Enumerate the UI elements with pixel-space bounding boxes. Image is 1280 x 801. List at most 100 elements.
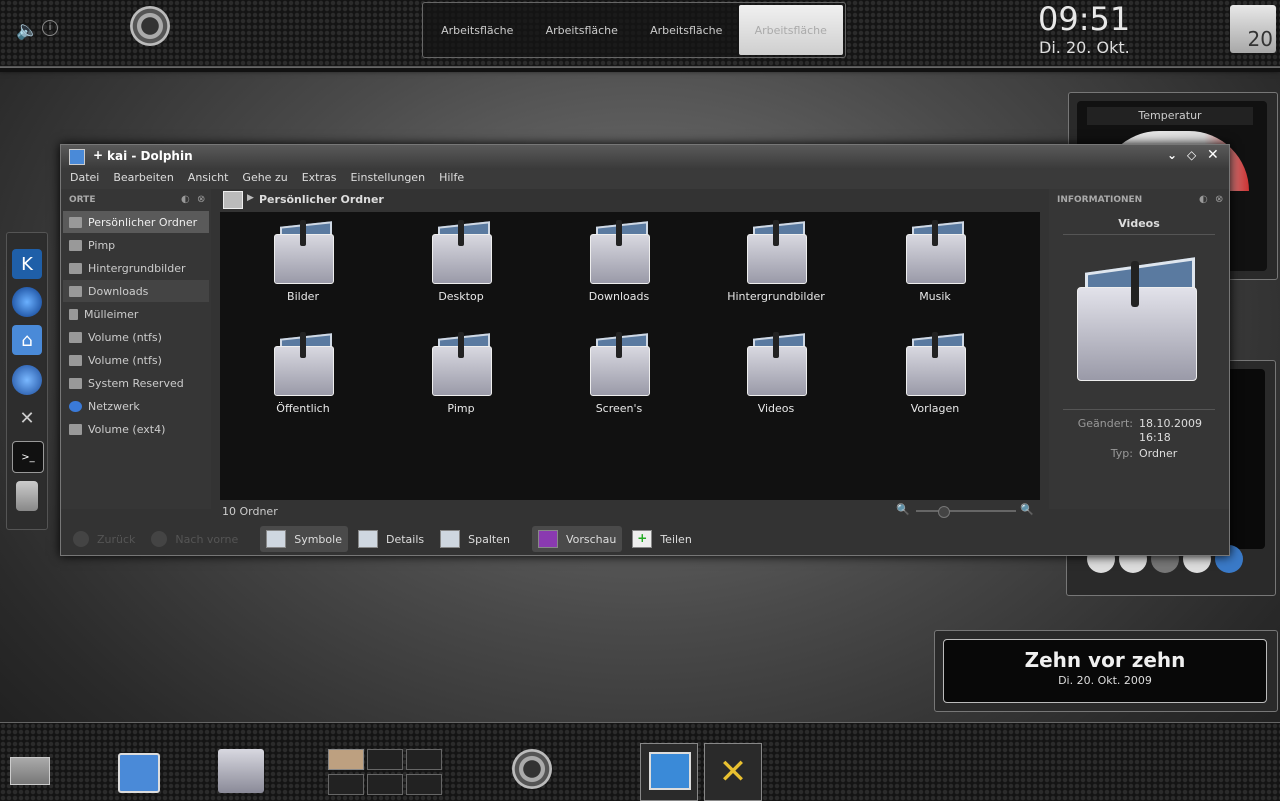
menu-gehe-zu[interactable]: Gehe zu [233,169,292,189]
forward-button[interactable]: Nach vorne [145,526,244,552]
folder-label: Hintergrundbilder [727,290,825,303]
place-item[interactable]: Volume (ntfs) [63,349,209,371]
place-label: Pimp [88,238,116,252]
place-item[interactable]: Pimp [63,234,209,256]
folder-icon [590,332,650,396]
menu-einstellungen[interactable]: Einstellungen [341,169,430,189]
desktop-4-button[interactable]: Arbeitsfläche [738,5,843,55]
view-icons-button[interactable]: Symbole [260,526,348,552]
place-item[interactable]: Volume (ntfs) [63,326,209,348]
titlebar[interactable]: + kai - Dolphin ⌄ ◇ ✕ [61,145,1229,169]
place-item[interactable]: Downloads [63,280,209,302]
forward-label: Nach vorne [175,532,239,546]
pager-desktop-3[interactable] [406,749,442,770]
places-panel: ORTE ◐ ⊗ Persönlicher Ordner Pimp Hinter… [61,189,211,509]
folder-item[interactable]: Desktop [391,216,531,316]
info-header: INFORMATIONEN [1057,195,1143,205]
terminal-icon[interactable]: >_ [12,441,44,473]
info-modified-date: 18.10.2009 [1139,417,1202,430]
breadcrumb[interactable]: Persönlicher Ordner [259,193,384,206]
folder-item[interactable]: Pimp [391,328,531,428]
panel-close-icon[interactable]: ⊗ [197,194,205,205]
place-label: Volume (ext4) [88,422,166,436]
folder-item[interactable]: Hintergrundbilder [706,216,846,316]
zoom-out-icon[interactable]: 🔍 [896,503,910,516]
folder-item[interactable]: Öffentlich [233,328,373,428]
pager-desktop-6[interactable] [406,774,442,795]
folder-item[interactable]: Screen's [549,328,689,428]
network-icon[interactable] [12,365,42,395]
desktop-2-button[interactable]: Arbeitsfläche [530,5,635,55]
trash-icon[interactable] [16,481,38,511]
place-label: Hintergrundbilder [88,261,186,275]
info-icon[interactable]: i [42,20,58,36]
folder-icon [747,220,807,284]
pager-desktop-1[interactable] [328,749,364,770]
maximize-icon[interactable]: ◇ [1187,148,1196,162]
desktop-1-button[interactable]: Arbeitsfläche [425,5,530,55]
temperature-widget-title: Temperatur [1087,107,1253,125]
view-columns-button[interactable]: Spalten [434,526,516,552]
task-settings[interactable]: ✕ [704,743,762,801]
pager-desktop-4[interactable] [328,774,364,795]
desktop-3-button[interactable]: Arbeitsfläche [634,5,739,55]
menu-ansicht[interactable]: Ansicht [179,169,234,189]
back-button[interactable]: Zurück [67,526,141,552]
home-folder-icon[interactable]: ⌂ [12,325,42,355]
folder-item[interactable]: Musik [865,216,1005,316]
mail-icon[interactable] [10,757,50,785]
panel-close-icon[interactable]: ⊗ [1215,194,1223,205]
drive-icon [69,377,82,389]
share-button[interactable]: + Teilen [626,526,697,552]
volume-icon[interactable]: 🔈 [16,20,38,41]
gear-icon[interactable] [512,749,552,789]
menu-bearbeiten[interactable]: Bearbeiten [104,169,178,189]
pager-desktop-2[interactable] [367,749,403,770]
place-item[interactable]: System Reserved [63,372,209,394]
folder-label: Bilder [287,290,319,303]
zoom-slider-handle[interactable] [938,506,950,518]
view-details-button[interactable]: Details [352,526,430,552]
kde-menu-icon[interactable]: K [12,249,42,279]
details-view-icon [357,530,378,548]
info-modified-time: 16:18 [1139,431,1171,444]
temperature-display[interactable]: 20 [1230,5,1276,53]
pin-icon[interactable]: + [93,148,103,162]
clock-time[interactable]: 09:51 [1038,0,1130,38]
pager-desktop-5[interactable] [367,774,403,795]
file-view[interactable]: Bilder Desktop Downloads Hintergrundbild… [220,212,1040,500]
browser-icon[interactable] [12,287,42,317]
folder-label: Videos [757,402,795,415]
place-item[interactable]: Mülleimer [63,303,209,325]
place-item[interactable]: Netzwerk [63,395,209,417]
zoom-slider[interactable] [916,510,1016,512]
folder-label: Screen's [595,402,643,415]
folder-icon [590,220,650,284]
panel-detach-icon[interactable]: ◐ [1199,194,1208,205]
breadcrumb-arrow-icon[interactable]: ▶ [247,193,254,203]
folder-item[interactable]: Videos [706,328,846,428]
menu-hilfe[interactable]: Hilfe [430,169,469,189]
place-label: Mülleimer [84,307,139,321]
folder-icon [223,191,243,209]
tools-icon[interactable]: ✕ [12,403,42,433]
task-dolphin[interactable] [640,743,698,801]
preview-button[interactable]: Vorschau [531,526,623,552]
place-item[interactable]: Persönlicher Ordner [63,211,209,233]
place-item[interactable]: Hintergrundbilder [63,257,209,279]
removable-device-icon[interactable] [118,753,160,793]
minimize-icon[interactable]: ⌄ [1167,148,1177,162]
close-icon[interactable]: ✕ [1207,147,1219,163]
menu-datei[interactable]: Datei [61,169,104,189]
panel-detach-icon[interactable]: ◐ [181,194,190,205]
folder-item[interactable]: Downloads [549,216,689,316]
pager-widget[interactable] [328,749,442,795]
zoom-in-icon[interactable]: 🔍 [1020,503,1034,516]
menu-extras[interactable]: Extras [293,169,342,189]
folder-icon [274,220,334,284]
home-folder-icon[interactable] [218,749,264,793]
place-item[interactable]: Volume (ext4) [63,418,209,440]
folder-item[interactable]: Bilder [233,216,373,316]
folder-item[interactable]: Vorlagen [865,328,1005,428]
gear-icon[interactable] [130,6,170,46]
